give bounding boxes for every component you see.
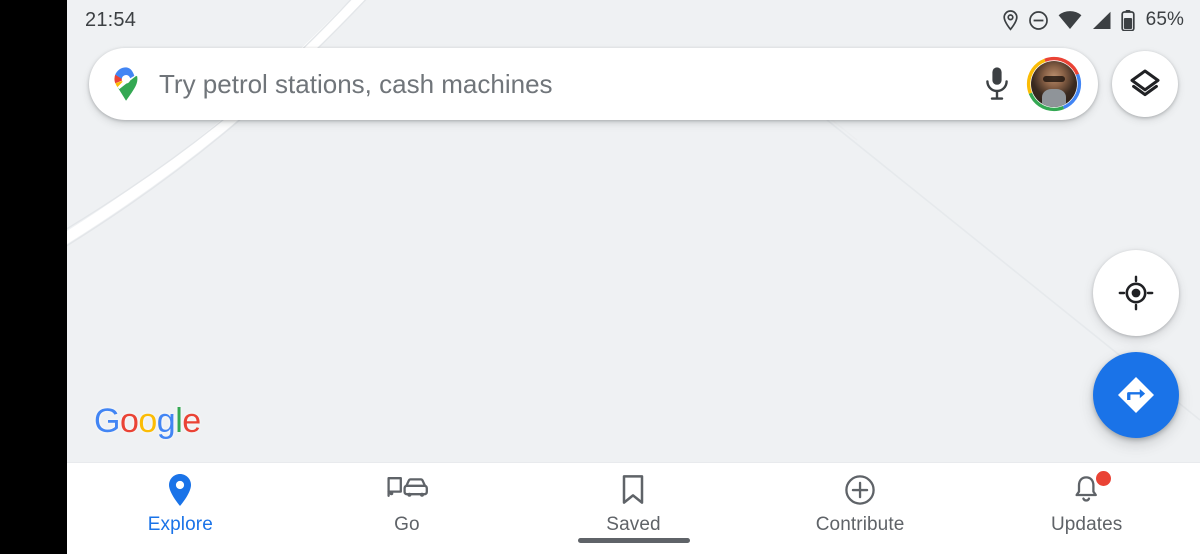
plus-circle-glyph — [845, 475, 875, 505]
bottom-navigation: Explore Go Saved Contribute Updates — [67, 462, 1200, 554]
microphone-glyph — [986, 67, 1008, 100]
avatar[interactable] — [1026, 56, 1082, 112]
battery-percent-label: 65% — [1145, 9, 1184, 30]
my-location-button[interactable] — [1093, 250, 1179, 336]
map-pin-glyph — [169, 474, 192, 506]
plus-circle-icon — [844, 473, 876, 507]
layers-glyph — [1130, 69, 1160, 97]
nav-label-go: Go — [394, 514, 420, 535]
google-watermark: Google — [94, 402, 201, 441]
avatar-photo — [1031, 61, 1077, 107]
commute-bus-car-icon — [386, 473, 428, 507]
nav-label-contribute: Contribute — [815, 514, 905, 535]
commute-glyph — [387, 477, 428, 497]
status-clock: 21:54 — [85, 8, 137, 31]
map-pin-icon — [167, 473, 193, 507]
nav-label-explore: Explore — [147, 514, 213, 535]
nav-item-explore[interactable]: Explore — [67, 463, 294, 539]
nav-label-updates: Updates — [1050, 514, 1123, 535]
directions-arrow-icon — [1118, 377, 1154, 413]
screenshot-root: 21:54 65% Try petrol stations, cash mach… — [0, 0, 1200, 554]
search-row — [89, 48, 1178, 120]
layers-icon[interactable] — [1112, 51, 1178, 117]
search-bar[interactable] — [89, 48, 1098, 120]
location-icon — [1003, 9, 1018, 31]
nav-item-contribute[interactable]: Contribute — [747, 463, 974, 539]
watermark-letter: o — [119, 402, 139, 440]
nav-label-saved: Saved — [606, 514, 661, 535]
home-gesture-indicator[interactable] — [577, 538, 690, 543]
battery-icon — [1121, 9, 1135, 31]
cellular-signal-icon — [1092, 11, 1111, 29]
nav-item-updates[interactable]: Updates — [973, 463, 1200, 539]
nav-item-saved[interactable]: Saved — [520, 463, 747, 539]
watermark-letter: g — [156, 402, 176, 440]
status-icon-tray: 65% — [1002, 9, 1184, 31]
search-input[interactable] — [159, 68, 974, 100]
my-location-crosshair-icon — [1118, 275, 1154, 311]
microphone-icon[interactable] — [974, 61, 1020, 107]
bell-icon — [1072, 471, 1111, 507]
directions-button[interactable] — [1093, 352, 1179, 438]
bookmark-glyph — [623, 475, 644, 504]
status-bar: 21:54 65% — [67, 0, 1200, 40]
wifi-icon — [1058, 10, 1082, 29]
nav-item-go[interactable]: Go — [294, 463, 521, 539]
watermark-letter: e — [182, 402, 201, 440]
do-not-disturb-icon — [1028, 10, 1048, 30]
google-maps-pin-icon — [114, 67, 138, 101]
updates-notification-badge — [1095, 471, 1111, 486]
watermark-letter: o — [138, 402, 157, 440]
watermark-letter: G — [94, 402, 120, 440]
bookmark-icon — [620, 473, 646, 507]
phone-viewport: 21:54 65% Try petrol stations, cash mach… — [67, 0, 1200, 554]
